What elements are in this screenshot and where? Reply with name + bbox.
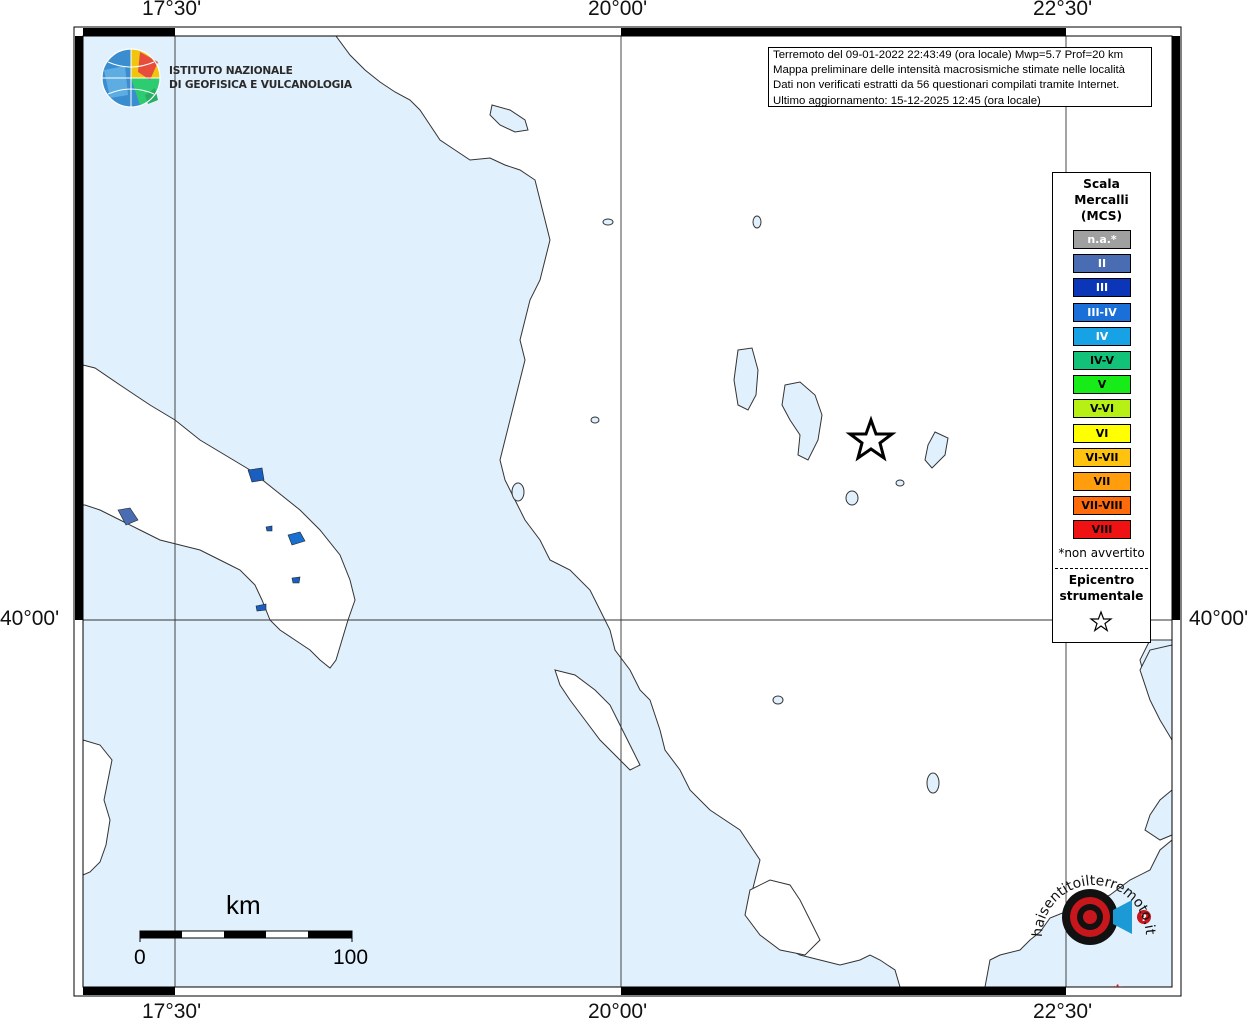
legend-swatch: VII-VIII [1073,496,1131,516]
info-line-4: Ultimo aggiornamento: 15-12-2025 12:45 (… [773,94,1041,107]
legend-note: *non avvertito [1058,546,1145,560]
legend-title-line: Mercalli [1074,193,1129,207]
ingv-logo-icon [101,48,161,108]
legend-swatch: n.a.* [1073,230,1131,249]
mcs-legend: Scala Mercalli (MCS) n.a.* II III III-IV IV I… [1052,172,1151,643]
lake-12 [602,218,614,226]
scale-start: 0 [134,946,146,969]
legend-swatch: IV-V [1073,351,1131,370]
scale-end: 100 [333,946,369,969]
legend-swatch: III [1073,278,1131,298]
lake-9 [511,482,525,502]
intensity-polygon [265,525,273,532]
logo-line-1: ISTITUTO NAZIONALE [169,65,293,77]
badge-url-text: www. [1092,979,1126,987]
info-line-2: Mappa preliminare delle intensità macros… [773,64,1126,77]
info-line-3: Dati non verificati estratti da 56 quest… [773,79,1120,92]
legend-epicenter-label: Epicentro strumentale [1053,572,1150,604]
lake-8 [926,772,940,794]
legend-swatch: V-VI [1073,399,1131,419]
bottom-tick-label: 20°00' [588,1000,648,1023]
top-tick-label: 17°30' [142,0,202,20]
bottom-tick-label: 22°30' [1033,1000,1093,1023]
left-tick-label: 40°00' [0,607,60,630]
info-line-1: Terremoto del 09-01-2022 22:43:49 (ora l… [773,49,1124,61]
lake-5 [845,490,859,506]
lake-7 [772,695,784,705]
legend-swatch: VI-VII [1073,447,1131,467]
legend-title-line: (MCS) [1080,209,1123,223]
logo-line-2: DI GEOFISICA E VULCANOLOGIA [169,79,352,91]
intensity-polygon [291,576,301,584]
legend-swatch: II [1073,254,1131,274]
legend-swatch: IV [1073,326,1131,346]
lake-11 [752,215,762,229]
legend-epicenter-line: Epicentro [1068,573,1135,587]
top-tick-label: 20°00' [588,0,648,20]
right-tick-label: 40°00' [1189,607,1249,630]
legend-swatch: VII [1073,472,1131,491]
legend-swatch: VI [1073,423,1131,443]
legend-title: Scala Mercalli (MCS) [1053,176,1150,224]
legend-separator [1055,568,1148,569]
legend-swatch: VIII [1073,520,1131,540]
haisentito-badge-icon[interactable]: ? haisentitoilterremoto.it www. [1028,862,1178,987]
lake-10 [590,416,600,424]
legend-star-icon [1089,610,1113,632]
lake-6 [895,479,905,487]
legend-swatch: V [1073,375,1131,395]
event-info-box: Terremoto del 09-01-2022 22:43:49 (ora l… [768,47,1152,107]
ingv-logo-text: ISTITUTO NAZIONALE DI GEOFISICA E VULCAN… [169,64,352,92]
legend-swatch: III-IV [1073,302,1131,322]
svg-text:www.: www. [1092,979,1126,987]
legend-epicenter-line: strumentale [1059,589,1144,603]
legend-title-line: Scala [1083,177,1120,191]
scale-unit: km [226,890,261,920]
top-tick-label: 22°30' [1033,0,1093,20]
bottom-tick-label: 17°30' [142,1000,202,1023]
